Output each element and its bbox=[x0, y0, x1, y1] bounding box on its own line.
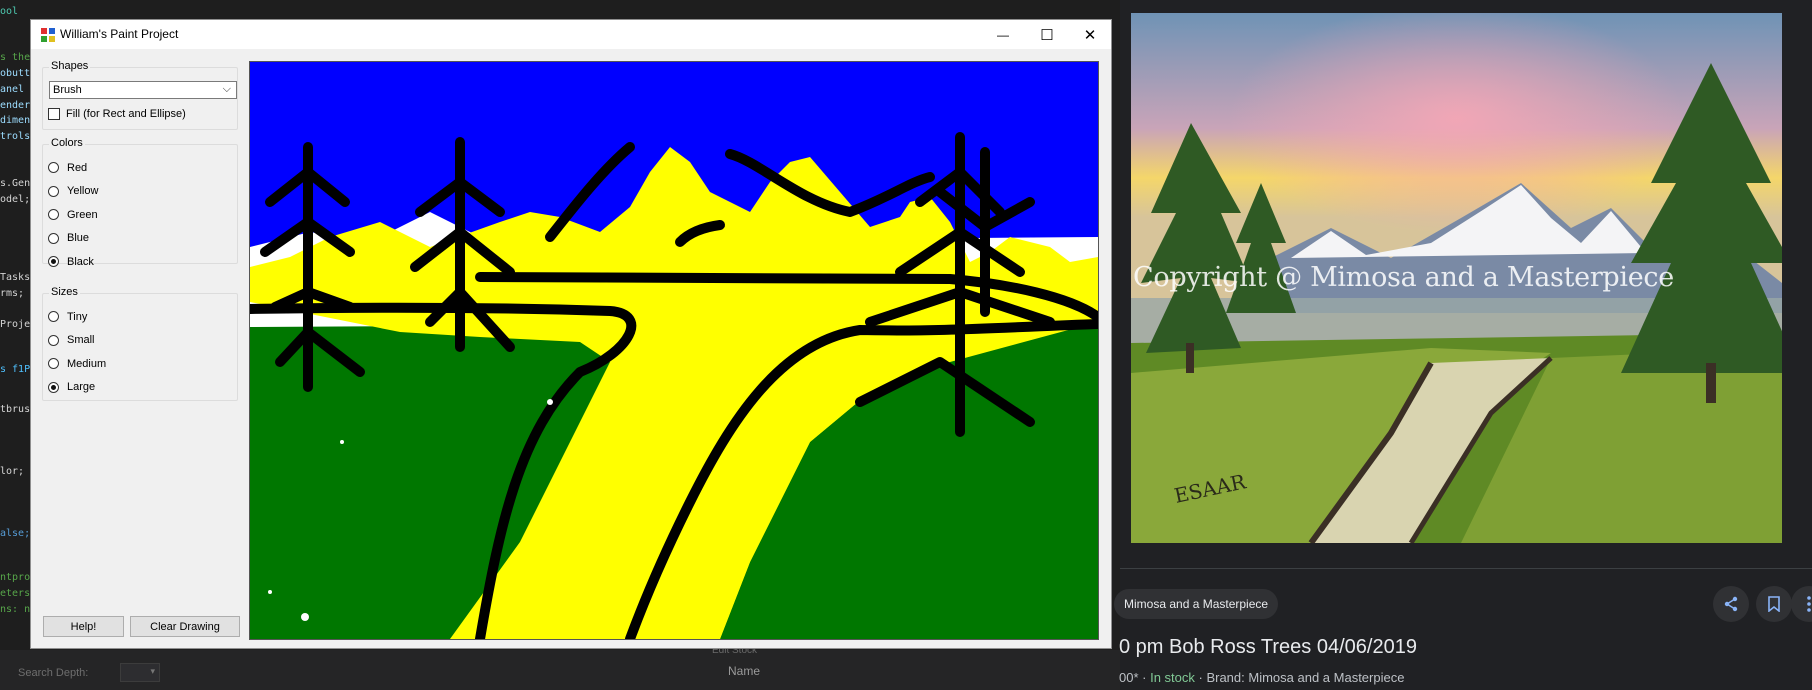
code-line-fragment: obutt bbox=[0, 68, 30, 79]
clear-drawing-button[interactable]: Clear Drawing bbox=[130, 616, 240, 637]
maximize-button[interactable]: ☐ bbox=[1024, 20, 1070, 49]
divider bbox=[1120, 568, 1812, 569]
radio-indicator[interactable] bbox=[48, 232, 59, 244]
radio-indicator[interactable] bbox=[48, 185, 59, 197]
radio-yellow[interactable]: Yellow bbox=[48, 180, 98, 204]
code-line-fragment: lor; bbox=[0, 466, 25, 477]
radio-indicator[interactable] bbox=[48, 358, 59, 370]
fill-checkbox[interactable]: Fill (for Rect and Ellipse) bbox=[48, 108, 186, 120]
bookmark-icon[interactable] bbox=[1756, 586, 1792, 622]
source-chip[interactable]: Mimosa and a Masterpiece bbox=[1114, 589, 1278, 619]
radio-black[interactable]: Black bbox=[48, 250, 98, 274]
radio-label: Large bbox=[67, 381, 96, 394]
radio-green[interactable]: Green bbox=[48, 203, 98, 227]
minimize-icon: — bbox=[997, 27, 1009, 42]
code-line-fragment: dimen bbox=[0, 115, 30, 126]
checkbox-box[interactable] bbox=[48, 108, 60, 120]
code-line-fragment: ns: n bbox=[0, 604, 30, 615]
code-line-fragment: tbrus bbox=[0, 404, 30, 415]
editor-bottom-panel bbox=[0, 650, 1120, 690]
close-button[interactable]: ✕ bbox=[1067, 20, 1113, 49]
radio-indicator[interactable] bbox=[48, 256, 59, 268]
minimize-button[interactable]: — bbox=[980, 20, 1026, 49]
radio-indicator[interactable] bbox=[48, 311, 59, 323]
colors-group-label: Colors bbox=[49, 137, 85, 149]
window-title: William's Paint Project bbox=[60, 27, 179, 41]
brand-label: Brand: Mimosa and a Masterpiece bbox=[1206, 670, 1405, 685]
search-depth-dropdown[interactable]: ▾ bbox=[120, 663, 160, 682]
code-line-fragment: ool bbox=[0, 6, 19, 17]
radio-tiny[interactable]: Tiny bbox=[48, 305, 106, 329]
radio-small[interactable]: Small bbox=[48, 329, 106, 353]
code-line-fragment: trols bbox=[0, 131, 30, 142]
code-line-fragment: ntpro bbox=[0, 572, 30, 583]
code-line-fragment: ender bbox=[0, 100, 30, 111]
price-fragment: 00* bbox=[1119, 670, 1139, 685]
close-icon: ✕ bbox=[1083, 26, 1097, 44]
radio-blue[interactable]: Blue bbox=[48, 227, 98, 251]
code-line-fragment: Tasks bbox=[0, 272, 30, 283]
code-line-fragment: anel bbox=[0, 84, 25, 95]
radio-indicator[interactable] bbox=[48, 209, 59, 221]
radio-medium[interactable]: Medium bbox=[48, 352, 106, 376]
code-line-fragment: eters bbox=[0, 588, 30, 599]
result-title[interactable]: 0 pm Bob Ross Trees 04/06/2019 bbox=[1119, 636, 1417, 659]
name-column-header: Name bbox=[728, 664, 761, 678]
radio-indicator[interactable] bbox=[48, 334, 59, 346]
help-button[interactable]: Help! bbox=[43, 616, 124, 637]
code-editor-strip: ool s the obutt anel ender dimen trols s.Gen ode… bbox=[0, 0, 30, 630]
paint-window: William's Paint Project — ☐ ✕ Shapes Bru… bbox=[30, 19, 1112, 649]
size-radio-list: Tiny Small Medium Large bbox=[48, 305, 106, 399]
radio-indicator[interactable] bbox=[48, 381, 59, 393]
radio-label: Black bbox=[67, 255, 94, 268]
radio-large[interactable]: Large bbox=[48, 376, 106, 400]
result-meta: 00* · In stock · Brand: Mimosa and a Mas… bbox=[1119, 670, 1405, 685]
radio-label: Green bbox=[67, 208, 98, 221]
code-line-fragment: odel; bbox=[0, 194, 30, 205]
radio-label: Medium bbox=[67, 357, 107, 370]
search-depth-label: Search Depth: bbox=[18, 667, 89, 679]
radio-label: Small bbox=[67, 334, 95, 347]
code-line-fragment: s f1P bbox=[0, 364, 30, 375]
radio-label: Red bbox=[67, 161, 88, 174]
maximize-icon: ☐ bbox=[1040, 26, 1054, 44]
fill-label: Fill (for Rect and Ellipse) bbox=[66, 108, 186, 120]
shapes-group-label: Shapes bbox=[49, 60, 91, 72]
copyright-watermark: Copyright @ Mimosa and a Masterpiece bbox=[1133, 262, 1674, 293]
shape-select[interactable]: Brush ⌵ bbox=[49, 81, 237, 99]
drawing-canvas[interactable] bbox=[249, 61, 1099, 640]
chevron-down-icon: ⌵ bbox=[222, 83, 231, 95]
shape-select-value: Brush bbox=[53, 84, 82, 96]
app-icon bbox=[41, 28, 55, 42]
title-bar[interactable]: William's Paint Project — ☐ ✕ bbox=[31, 20, 1111, 49]
code-line-fragment: rms; bbox=[0, 288, 25, 299]
radio-label: Blue bbox=[67, 232, 90, 245]
code-line-fragment: s the bbox=[0, 52, 30, 63]
share-icon[interactable] bbox=[1713, 586, 1749, 622]
radio-label: Tiny bbox=[67, 310, 88, 323]
code-line-fragment: alse; bbox=[0, 528, 30, 539]
radio-label: Yellow bbox=[67, 185, 99, 198]
radio-red[interactable]: Red bbox=[48, 156, 98, 180]
color-radio-list: Red Yellow Green Blue Black bbox=[48, 156, 98, 274]
stock-status: In stock bbox=[1150, 670, 1195, 685]
code-line-fragment: s.Gen bbox=[0, 178, 30, 189]
code-line-fragment: Proje bbox=[0, 319, 30, 330]
sizes-group-label: Sizes bbox=[49, 286, 80, 298]
radio-indicator[interactable] bbox=[48, 162, 59, 174]
